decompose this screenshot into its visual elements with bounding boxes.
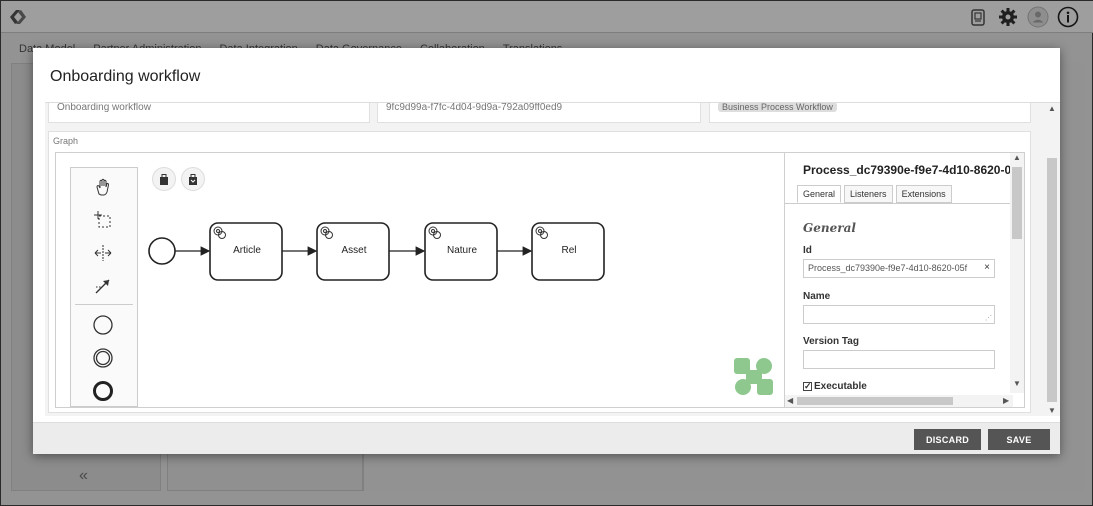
space-tool-icon[interactable] [89, 240, 117, 266]
hand-tool-icon[interactable] [89, 174, 117, 200]
general-group-title: General [803, 221, 856, 235]
scroll-left-icon[interactable]: ◀ [787, 396, 793, 405]
scroll-up-icon[interactable]: ▲ [1013, 153, 1021, 162]
task-label-nature: Nature [446, 245, 477, 256]
properties-horizontal-thumb[interactable] [797, 397, 953, 405]
tabs-divider [785, 203, 1015, 204]
task-label-asset: Asset [341, 245, 367, 256]
start-event-icon[interactable] [89, 312, 117, 338]
name-label: Name [803, 291, 831, 302]
id-value: Process_dc79390e-f9e7-4d10-8620-05f [808, 263, 968, 273]
executable-checkbox[interactable]: ✓ [803, 382, 812, 391]
lasso-tool-icon[interactable] [89, 207, 117, 233]
clear-id-icon[interactable]: × [982, 262, 990, 273]
summary-name: Onboarding workflow [57, 102, 151, 113]
tab-general[interactable]: General [797, 185, 842, 203]
properties-vertical-scrollbar[interactable]: ▲ ▼ [1010, 153, 1024, 393]
summary-name-card: Onboarding workflow [48, 102, 370, 123]
graph-section: Graph Article Asset Nature Rel Process_d… [48, 131, 1031, 413]
scroll-down-icon[interactable]: ▼ [1013, 379, 1021, 388]
summary-id-card: 9fc9d99a-f7fc-4d04-9d9a-792a09ff0ed9 [377, 102, 701, 123]
tab-extensions[interactable]: Extensions [895, 185, 952, 203]
tool-palette [70, 167, 138, 407]
modal-vertical-scrollbar[interactable]: ▲ ▼ [1046, 102, 1058, 418]
bpmn-modeler: Article Asset Nature Rel Process_dc79390… [55, 152, 1025, 408]
context-save-icon[interactable] [181, 167, 205, 191]
task-label-article: Article [233, 245, 261, 256]
modal-scroll-down-icon[interactable]: ▼ [1048, 406, 1056, 415]
graph-label: Graph [53, 136, 79, 146]
modal-title: Onboarding workflow [50, 68, 201, 85]
end-event-icon[interactable] [89, 378, 117, 404]
properties-horizontal-scrollbar[interactable]: ◀ ▶ [785, 395, 1013, 407]
palette-separator [75, 304, 133, 305]
modal-footer: DISCARD SAVE [33, 422, 1060, 454]
id-label: Id [803, 245, 812, 256]
name-field[interactable]: ⋰ [803, 305, 995, 324]
modal-scroll-up-icon[interactable]: ▲ [1048, 104, 1056, 113]
save-button[interactable]: SAVE [988, 429, 1050, 450]
properties-title: Process_dc79390e-f9e7-4d10-8620-05f0 [803, 163, 1018, 177]
version-tag-field[interactable] [803, 350, 995, 369]
modal-vertical-thumb[interactable] [1047, 158, 1057, 402]
properties-tabs: General Listeners Extensions [797, 185, 952, 203]
properties-vertical-thumb[interactable] [1012, 167, 1022, 239]
summary-type-badge: Business Process Workflow [718, 103, 837, 112]
bpmn-io-logo-icon[interactable] [734, 358, 774, 396]
summary-type-card: Business Process Workflow [709, 103, 1031, 123]
context-append-icon[interactable] [152, 167, 176, 191]
id-field[interactable]: Process_dc79390e-f9e7-4d10-8620-05f × [803, 259, 995, 278]
modal-body: Onboarding workflow 9fc9d99a-f7fc-4d04-9… [45, 102, 1060, 416]
scroll-right-icon[interactable]: ▶ [1003, 396, 1009, 405]
start-event[interactable] [148, 237, 176, 265]
task-label-rel: Rel [561, 245, 577, 256]
tab-listeners[interactable]: Listeners [844, 185, 893, 203]
intermediate-event-icon[interactable] [89, 345, 117, 371]
executable-row: ✓ Executable [803, 381, 867, 392]
version-tag-label: Version Tag [803, 336, 859, 347]
connect-tool-icon[interactable] [89, 273, 117, 299]
discard-button[interactable]: DISCARD [914, 429, 981, 450]
workflow-modal: Onboarding workflow Onboarding workflow … [33, 48, 1060, 454]
executable-label: Executable [814, 381, 867, 392]
resize-grip-icon: ⋰ [985, 315, 992, 322]
summary-id: 9fc9d99a-f7fc-4d04-9d9a-792a09ff0ed9 [386, 102, 563, 113]
properties-panel: Process_dc79390e-f9e7-4d10-8620-05f0 Gen… [784, 153, 1024, 407]
